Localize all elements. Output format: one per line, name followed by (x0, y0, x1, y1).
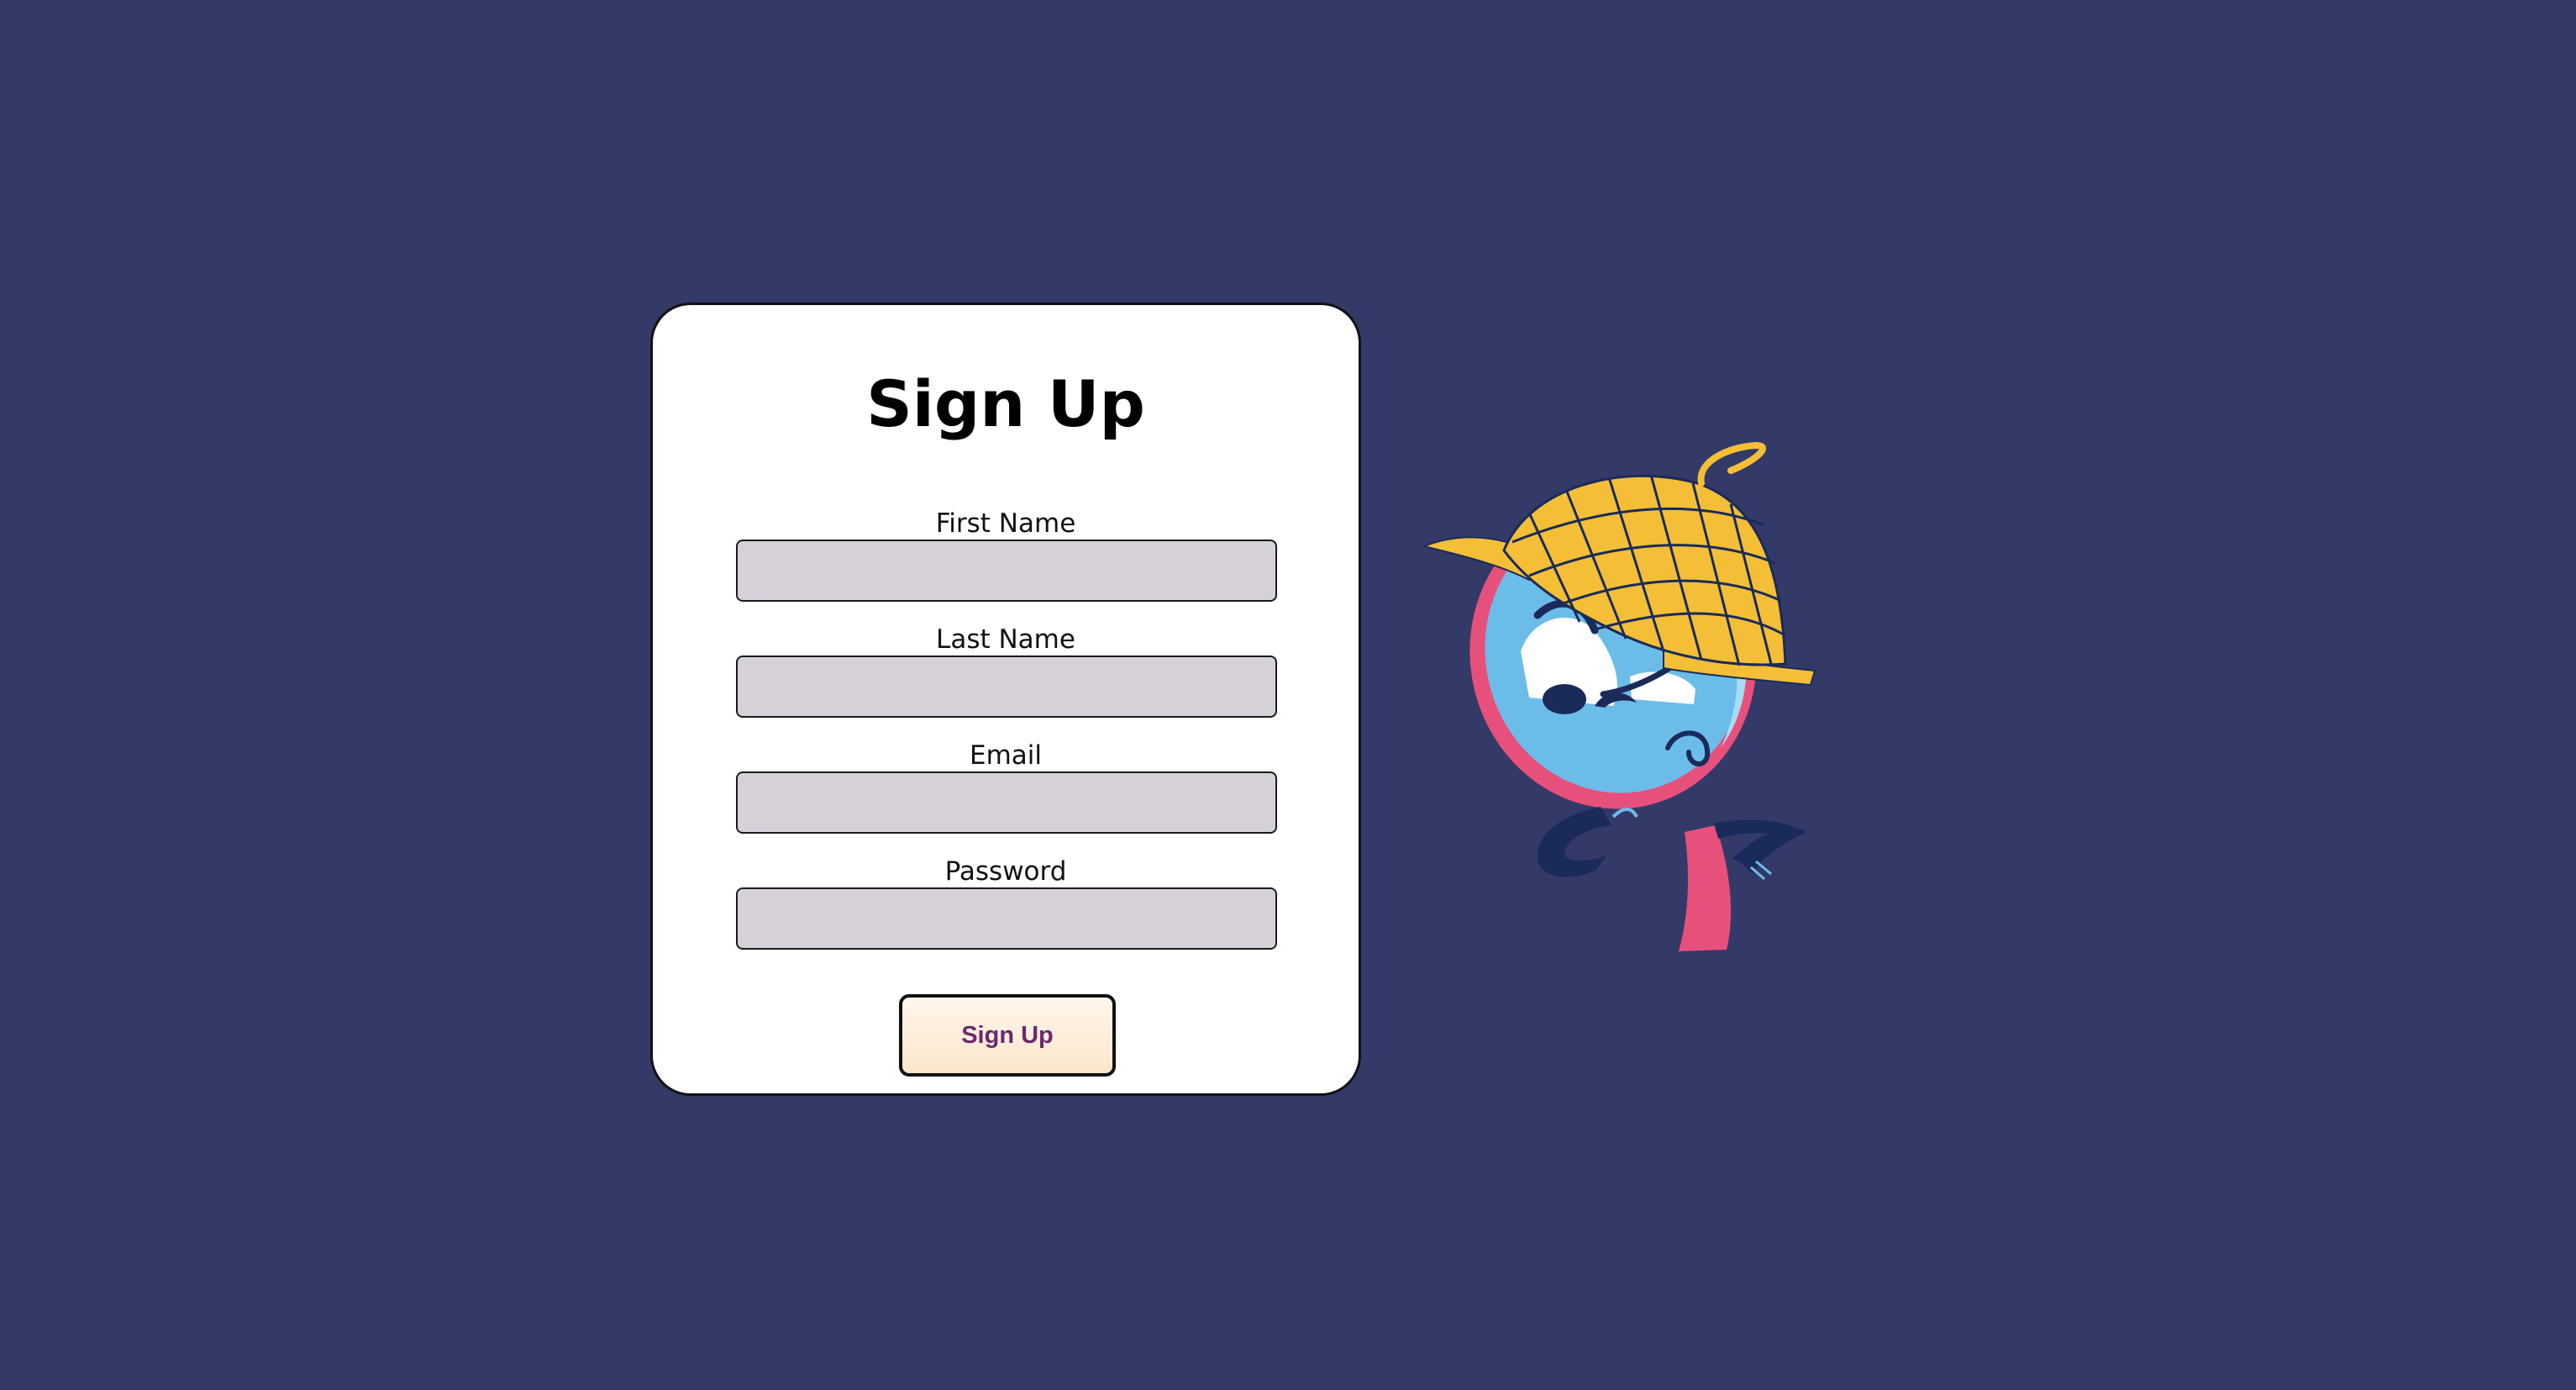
email-label: Email (969, 740, 1042, 771)
password-label: Password (944, 856, 1067, 887)
password-field[interactable] (736, 887, 1277, 950)
first-name-label: First Name (935, 508, 1076, 539)
page-title: Sign Up (866, 366, 1145, 441)
detective-magnifier-mascot-icon (1421, 441, 1816, 951)
signup-card: Sign Up First Name Last Name Email Passw… (650, 303, 1361, 1096)
email-field[interactable] (736, 771, 1277, 834)
last-name-field[interactable] (736, 656, 1277, 718)
sign-up-button[interactable]: Sign Up (899, 994, 1116, 1077)
last-name-label: Last Name (936, 624, 1075, 655)
first-name-field[interactable] (736, 540, 1277, 602)
